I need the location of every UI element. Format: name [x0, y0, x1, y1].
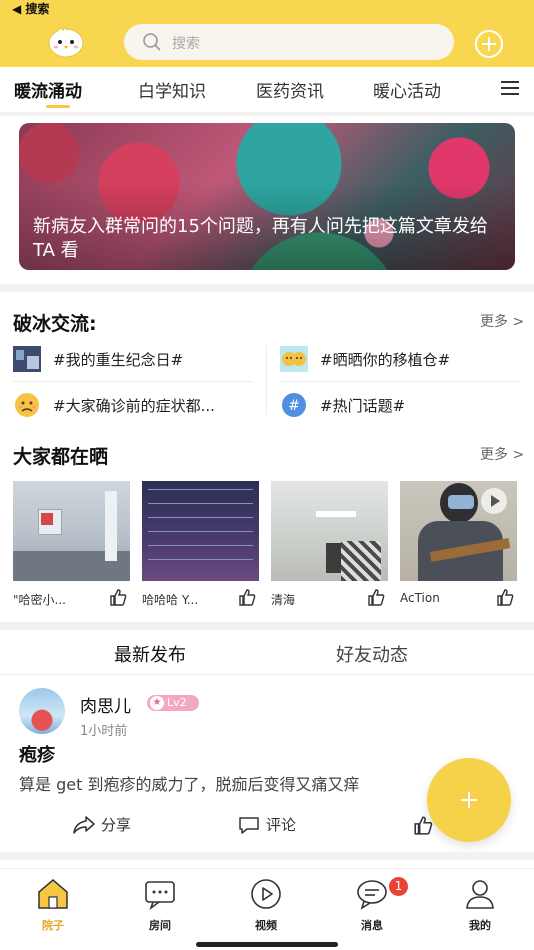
- divider: [0, 622, 534, 630]
- play-icon: [251, 879, 281, 909]
- nav-room[interactable]: 房间: [130, 877, 190, 933]
- topic-item[interactable]: #大家确诊前的症状都...: [13, 390, 263, 420]
- tab-activities[interactable]: 暖心活动: [373, 77, 441, 102]
- divider: [0, 852, 534, 860]
- level-badge-text: Lv2: [167, 696, 187, 709]
- message-count-badge: 1: [389, 877, 408, 896]
- topics-section-title: 破冰交流:: [13, 313, 97, 335]
- category-tabs: 暖流涌动 白学知识 医药资讯 暖心活动: [0, 67, 534, 112]
- topics-more-link[interactable]: 更多 >: [480, 311, 524, 331]
- level-badge: ★ Lv2: [147, 695, 199, 711]
- star-icon: ★: [150, 696, 164, 710]
- search-input[interactable]: 搜索: [124, 24, 454, 60]
- topic-label: #热门话题#: [320, 397, 406, 415]
- nav-mine[interactable]: 我的: [450, 877, 510, 933]
- share-card[interactable]: AcTion: [400, 481, 517, 606]
- tab-knowledge[interactable]: 白学知识: [138, 77, 206, 102]
- post-username[interactable]: 肉思儿: [80, 692, 131, 717]
- room-photo-image: [13, 481, 130, 581]
- nav-yard[interactable]: 院子: [23, 877, 83, 933]
- nav-video[interactable]: 视频: [236, 877, 296, 933]
- message-icon: [357, 880, 387, 910]
- svg-text:#: #: [288, 398, 300, 414]
- hashtag-icon: #: [282, 393, 306, 417]
- chat-room-icon: [145, 881, 175, 911]
- search-placeholder: 搜索: [172, 36, 200, 52]
- search-icon: [143, 33, 161, 51]
- nav-label: 院子: [42, 919, 64, 932]
- like-icon[interactable]: [109, 588, 127, 606]
- tab-warm-flow[interactable]: 暖流涌动: [14, 77, 82, 102]
- home-indicator: [196, 942, 338, 947]
- mascot-logo-icon: [48, 27, 84, 58]
- banner-carousel[interactable]: 新病友入群常问的15个问题，再有人问先把这篇文章发给 TA 看: [19, 123, 515, 270]
- share-more-link[interactable]: 更多 >: [480, 444, 524, 464]
- avatar[interactable]: [19, 688, 65, 734]
- profile-icon: [466, 880, 494, 909]
- share-card-caption: 哈哈哈 Y...: [142, 593, 199, 607]
- like-icon[interactable]: [367, 588, 385, 606]
- post-title[interactable]: 疱疹: [19, 741, 55, 767]
- share-icon: [73, 816, 95, 834]
- menu-icon[interactable]: [500, 79, 520, 97]
- back-to-search-link[interactable]: ◀ 搜索: [12, 0, 49, 17]
- share-card-caption: "哈密小...: [13, 593, 66, 607]
- topic-label: #我的重生纪念日#: [53, 351, 184, 369]
- topic-item[interactable]: #我的重生纪念日#: [13, 344, 263, 374]
- topic-label: #晒晒你的移植仓#: [320, 351, 451, 369]
- post-time: 1小时前: [80, 724, 128, 739]
- worried-face-icon: [15, 393, 39, 417]
- video-play-icon[interactable]: [480, 487, 508, 515]
- tab-friends[interactable]: 好友动态: [336, 641, 408, 667]
- schedule-screenshot-image: [142, 481, 259, 581]
- topic-label: #大家确诊前的症状都...: [53, 397, 215, 415]
- divider: [0, 674, 534, 675]
- share-card[interactable]: 清海: [271, 481, 388, 607]
- photo-icon: [13, 346, 41, 372]
- comment-icon: [239, 817, 259, 834]
- comment-label: 评论: [266, 816, 297, 834]
- house-icon: [38, 879, 68, 909]
- emoji-faces-icon: [280, 346, 308, 372]
- like-icon[interactable]: [238, 588, 256, 606]
- nav-label: 消息: [361, 919, 383, 932]
- divider: [0, 284, 534, 292]
- active-tab-indicator: [46, 105, 70, 108]
- topic-item[interactable]: #晒晒你的移植仓#: [280, 344, 520, 374]
- nav-label: 我的: [469, 919, 491, 932]
- bottom-navigation: 院子 房间 视频 消息 我的: [0, 868, 534, 950]
- nav-label: 房间: [149, 919, 171, 932]
- top-header: ◀ 搜索 搜索: [0, 0, 534, 67]
- share-card[interactable]: "哈密小...: [13, 481, 130, 607]
- share-section-title: 大家都在晒: [13, 446, 109, 468]
- topic-item[interactable]: # #热门话题#: [280, 390, 520, 420]
- divider: [0, 112, 534, 116]
- share-card-caption: 清海: [271, 593, 296, 607]
- share-card-caption: AcTion: [400, 591, 440, 605]
- ward-photo-image: [271, 481, 388, 581]
- banner-title: 新病友入群常问的15个问题，再有人问先把这篇文章发给 TA 看: [33, 216, 488, 261]
- create-post-button[interactable]: [427, 758, 511, 842]
- nav-label: 视频: [255, 919, 277, 932]
- post-body[interactable]: 算是 get 到疱疹的威力了，脱痂后变得又痛又痒: [19, 771, 449, 795]
- tab-medical-news[interactable]: 医药资讯: [256, 77, 324, 102]
- add-circle-icon[interactable]: [474, 29, 504, 59]
- like-icon[interactable]: [496, 588, 514, 606]
- tab-latest[interactable]: 最新发布: [114, 641, 186, 667]
- share-label: 分享: [101, 816, 132, 834]
- share-card[interactable]: 哈哈哈 Y...: [142, 481, 259, 607]
